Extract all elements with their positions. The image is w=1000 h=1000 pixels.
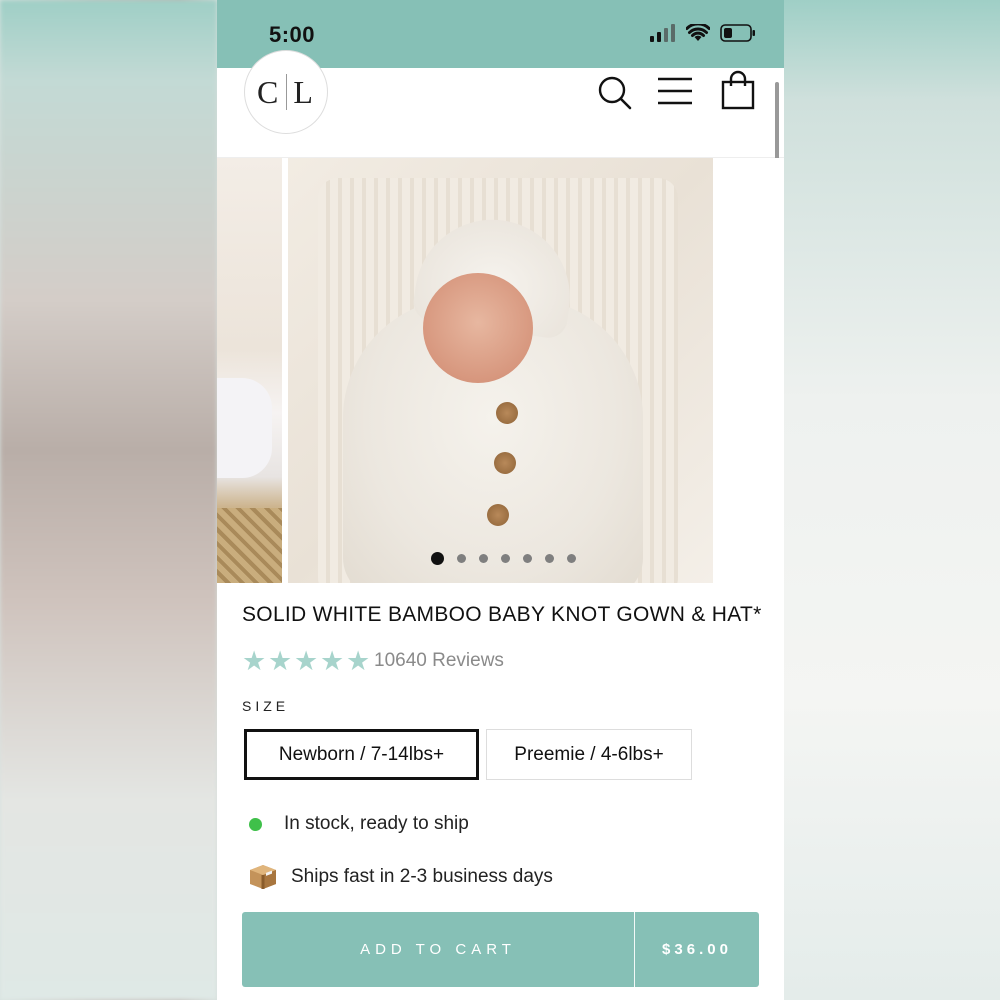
product-image-carousel[interactable] [217, 158, 784, 583]
add-to-cart-button[interactable]: ADD TO CART $36.00 [242, 912, 759, 987]
package-icon [250, 865, 276, 889]
size-option-label: Preemie / 4-6lbs+ [514, 743, 664, 765]
carousel-dot[interactable] [545, 554, 554, 563]
phone-screen: 5:00 C L SOLID WHITE BAMBOO BABY KNOT GO… [217, 0, 784, 1000]
star-icon: ★ [242, 646, 267, 676]
status-icons [650, 24, 756, 42]
main-product-image[interactable] [288, 158, 713, 583]
gown-button-2 [494, 452, 516, 474]
cellular-signal-icon [650, 24, 675, 42]
size-option-newborn[interactable]: Newborn / 7-14lbs+ [244, 729, 479, 780]
shopping-bag-icon[interactable] [721, 70, 755, 110]
logo-divider [286, 74, 288, 110]
size-option-preemie[interactable]: Preemie / 4-6lbs+ [486, 729, 692, 780]
background-right [784, 0, 1000, 1000]
basket-shape [217, 508, 282, 583]
size-option-label: Newborn / 7-14lbs+ [278, 743, 445, 765]
site-header: C L [217, 50, 784, 158]
add-to-cart-label: ADD TO CART [360, 941, 516, 958]
carousel-pagination [217, 552, 784, 565]
star-icon: ★ [320, 646, 345, 676]
cart-button-divider [634, 912, 635, 987]
star-icon: ★ [346, 646, 371, 676]
stock-text: In stock, ready to ship [284, 813, 469, 834]
star-icon: ★ [294, 646, 319, 676]
logo-letter-left: C [257, 73, 281, 110]
gown-button-3 [487, 504, 509, 526]
product-rating[interactable]: ★ ★ ★ ★ ★ 10640 Reviews [242, 646, 504, 676]
shipping-info: Ships fast in 2-3 business days [249, 864, 553, 890]
logo-letter-right: L [293, 73, 315, 110]
carousel-dot[interactable] [479, 554, 488, 563]
cloth-shape [217, 378, 272, 478]
product-title: SOLID WHITE BAMBOO BABY KNOT GOWN & HAT* [242, 603, 762, 626]
carousel-dot[interactable] [523, 554, 532, 563]
wifi-icon [686, 24, 710, 41]
previous-slide-image[interactable] [217, 158, 282, 583]
status-time: 5:00 [269, 22, 316, 47]
background-left [0, 0, 217, 1000]
size-label: SIZE [242, 698, 290, 714]
brand-logo[interactable]: C L [244, 50, 328, 134]
carousel-dot[interactable] [501, 554, 510, 563]
carousel-dot[interactable] [567, 554, 576, 563]
reviews-count[interactable]: 10640 Reviews [374, 650, 504, 672]
hamburger-menu-icon[interactable] [657, 76, 693, 106]
product-price: $36.00 [662, 941, 732, 958]
search-icon[interactable] [597, 72, 633, 112]
in-stock-dot-icon [249, 817, 262, 831]
rating-stars: ★ ★ ★ ★ ★ [242, 646, 372, 676]
carousel-dot[interactable] [431, 552, 444, 565]
baby-face-shape [423, 273, 533, 383]
shipping-text: Ships fast in 2-3 business days [291, 866, 553, 887]
star-icon: ★ [268, 646, 293, 676]
stock-status: In stock, ready to ship [249, 813, 469, 835]
gown-button-1 [496, 402, 518, 424]
carousel-dot[interactable] [457, 554, 466, 563]
battery-icon [720, 24, 755, 42]
next-slide-image[interactable] [719, 158, 784, 583]
